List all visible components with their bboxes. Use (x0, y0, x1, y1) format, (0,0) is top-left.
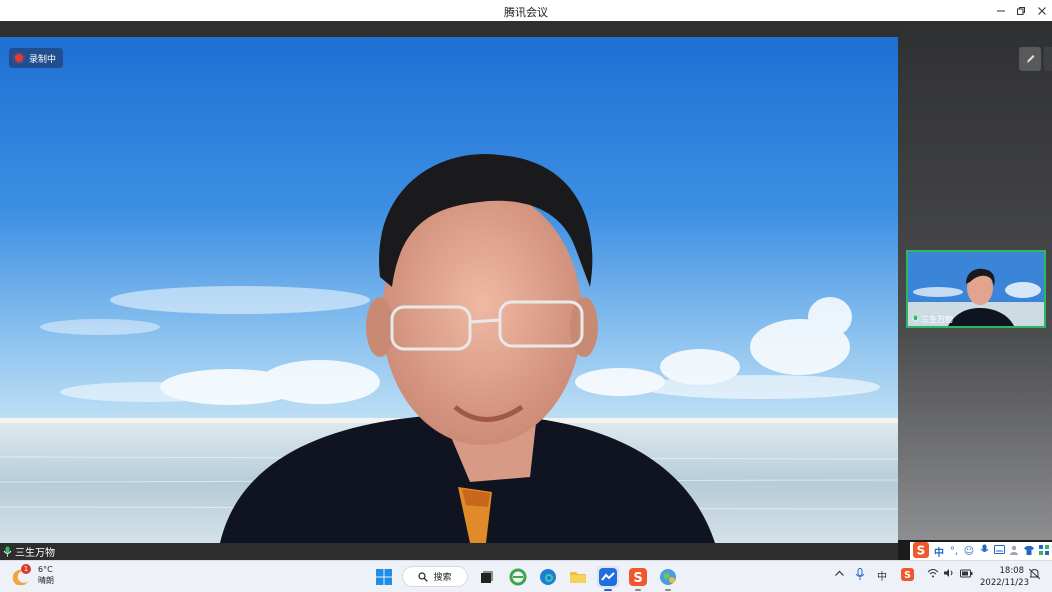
sogou-button[interactable]: S (627, 566, 649, 591)
volume-button[interactable] (943, 568, 955, 581)
pen-icon (1027, 55, 1035, 63)
ime-skin-icon[interactable] (1023, 545, 1035, 558)
running-indicator (635, 589, 641, 591)
minimize-icon (997, 10, 1005, 11)
svg-text:S: S (904, 570, 911, 581)
ime-mode-indicator[interactable]: 中 (877, 568, 887, 583)
close-button[interactable] (1033, 3, 1051, 18)
tencent-meeting-button[interactable] (597, 566, 619, 591)
moon-weather-icon: 1 (12, 564, 32, 586)
sogou-icon: S (629, 568, 647, 586)
globe-app-button[interactable] (657, 566, 679, 591)
running-indicator (665, 589, 671, 591)
video-top-strip (0, 21, 898, 37)
ime-punctuation[interactable]: °, (948, 546, 960, 557)
ie-browser-button[interactable] (507, 566, 529, 588)
start-button[interactable] (373, 566, 395, 588)
notification-center-button[interactable] (1028, 568, 1041, 583)
ime-toolbar: S 中 °, ☺ (910, 541, 1052, 561)
taskbar: 1 6°C 晴朗 搜索 S 中 S 18:08 2022/11/23 (0, 560, 1052, 592)
ime-voice-icon[interactable] (978, 544, 990, 558)
recording-label: 录制中 (29, 54, 57, 65)
battery-icon (960, 569, 973, 578)
window-title: 腾讯会议 (504, 6, 548, 19)
search-icon (418, 571, 429, 582)
show-hidden-icons-button[interactable] (834, 568, 845, 582)
ime-chinese-mode[interactable]: 中 (933, 544, 945, 559)
panel-toggle-button[interactable] (1019, 47, 1041, 71)
active-indicator (604, 589, 612, 591)
ime-user-icon[interactable] (1008, 545, 1020, 558)
svg-text:S: S (633, 571, 642, 586)
minimize-button[interactable] (992, 3, 1010, 18)
globe-icon (660, 569, 676, 585)
clock-time: 18:08 (999, 566, 1025, 576)
close-icon (1038, 6, 1046, 15)
folder-icon (570, 572, 586, 583)
tray-sogou-button[interactable]: S (901, 568, 914, 584)
speaker-icon (944, 569, 953, 577)
weather-condition: 晴朗 (38, 576, 54, 585)
participant-thumbnail[interactable]: 三生万物 (906, 250, 1046, 328)
microphone-icon (912, 315, 919, 322)
microphone-icon (855, 568, 865, 580)
wifi-button[interactable] (927, 568, 939, 581)
recording-dot-icon (15, 54, 23, 62)
thumbnail-participant-name: 三生万物 (921, 315, 953, 324)
title-bar: 腾讯会议 (0, 0, 1052, 21)
thumbnail-name-tag: 三生万物 (912, 314, 953, 325)
bell-icon (1028, 568, 1041, 580)
tencent-meeting-icon (599, 568, 617, 586)
search-label: 搜索 (433, 573, 452, 583)
task-view-icon (481, 571, 493, 583)
main-video-name-tag: 三生万物 (3, 544, 55, 559)
participant-name: 三生万物 (15, 548, 55, 559)
clock-date: 2022/11/23 (980, 578, 1029, 588)
wifi-icon (927, 569, 939, 578)
system-clock[interactable]: 18:08 2022/11/23 (980, 565, 1029, 589)
video-bottom-strip (0, 543, 898, 560)
sogou-tray-icon: S (901, 568, 914, 581)
tray-microphone-button[interactable] (855, 568, 865, 584)
edge-browser-button[interactable] (537, 566, 559, 588)
chevron-up-icon (835, 570, 844, 576)
restore-button[interactable] (1012, 3, 1030, 18)
taskbar-search[interactable]: 搜索 (402, 566, 468, 587)
notification-badge: 1 (21, 564, 31, 574)
edge-icon (540, 569, 556, 585)
ime-keyboard-icon[interactable] (993, 545, 1005, 557)
panel-edge-button[interactable] (1044, 47, 1052, 71)
task-view-button[interactable] (476, 566, 498, 588)
speaker-video (0, 37, 898, 543)
restore-icon (1017, 6, 1025, 15)
ime-toolbox-icon[interactable] (1038, 544, 1050, 558)
file-explorer-button[interactable] (567, 566, 589, 588)
windows-icon (376, 569, 392, 585)
ie-icon (509, 568, 527, 586)
sogou-logo-icon[interactable]: S (912, 541, 930, 561)
weather-widget[interactable]: 1 6°C 晴朗 (12, 564, 54, 586)
svg-text:S: S (917, 543, 926, 557)
microphone-icon (3, 546, 12, 557)
recording-indicator[interactable]: 录制中 (9, 48, 64, 68)
main-video-area[interactable]: 录制中 三生万物 (0, 21, 898, 560)
weather-temperature: 6°C (38, 565, 53, 574)
battery-button[interactable] (960, 568, 973, 581)
ime-emoji-icon[interactable]: ☺ (963, 546, 975, 557)
